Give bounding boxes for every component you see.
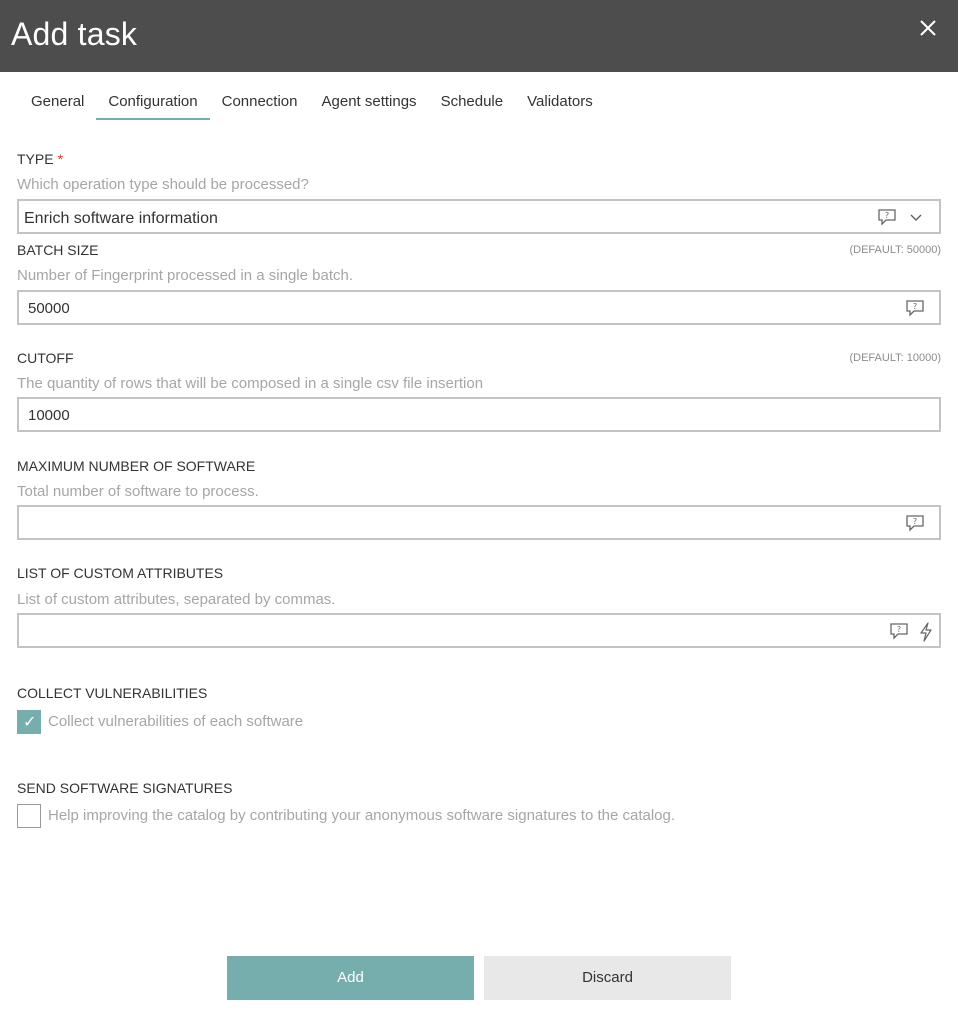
- tab-configuration[interactable]: Configuration: [96, 84, 210, 120]
- help-comment-icon[interactable]: ?: [889, 622, 909, 640]
- lightning-icon[interactable]: [918, 622, 934, 642]
- svg-text:?: ?: [913, 517, 917, 526]
- tab-agent-settings[interactable]: Agent settings: [310, 84, 429, 120]
- tab-schedule[interactable]: Schedule: [429, 84, 516, 120]
- type-label: TYPE *: [17, 151, 63, 167]
- type-select[interactable]: Enrich software information ?: [17, 199, 941, 234]
- add-button[interactable]: Add: [227, 956, 474, 1000]
- type-description: Which operation type should be processed…: [17, 176, 309, 193]
- tab-bar: General Configuration Connection Agent s…: [19, 84, 605, 120]
- help-comment-icon[interactable]: ?: [905, 514, 925, 532]
- send-signatures-text: Help improving the catalog by contributi…: [48, 807, 676, 824]
- custom-attributes-input[interactable]: ?: [17, 613, 941, 648]
- custom-attributes-label: LIST OF CUSTOM ATTRIBUTES: [17, 565, 224, 581]
- required-mark: *: [57, 151, 64, 167]
- dialog-title: Add task: [11, 16, 138, 52]
- custom-attributes-description: List of custom attributes, separated by …: [17, 591, 336, 608]
- max-software-label: MAXIMUM NUMBER OF SOFTWARE: [17, 458, 256, 474]
- collect-vulnerabilities-checkbox[interactable]: ✓: [17, 710, 41, 734]
- max-software-description: Total number of software to process.: [17, 483, 259, 500]
- send-signatures-label: SEND SOFTWARE SIGNATURES: [17, 780, 233, 796]
- batch-size-value: 50000: [28, 300, 70, 317]
- cutoff-description: The quantity of rows that will be compos…: [17, 375, 484, 392]
- help-comment-icon[interactable]: ?: [905, 299, 925, 317]
- tab-connection[interactable]: Connection: [210, 84, 310, 120]
- cutoff-value: 10000: [28, 407, 70, 424]
- cutoff-input[interactable]: 10000: [17, 397, 941, 432]
- svg-text:?: ?: [913, 302, 917, 311]
- collect-vulnerabilities-text: Collect vulnerabilities of each software: [48, 713, 304, 730]
- send-signatures-checkbox[interactable]: [17, 804, 41, 828]
- batch-size-description: Number of Fingerprint processed in a sin…: [17, 267, 354, 284]
- close-icon[interactable]: [914, 14, 942, 42]
- batch-size-input[interactable]: 50000 ?: [17, 290, 941, 325]
- batch-size-default: (DEFAULT: 50000): [849, 244, 941, 256]
- cutoff-label: CUTOFF: [17, 350, 74, 366]
- type-select-value: Enrich software information: [24, 210, 218, 227]
- svg-text:?: ?: [897, 625, 901, 634]
- dialog-header: Add task: [0, 0, 958, 72]
- collect-vulnerabilities-label: COLLECT VULNERABILITIES: [17, 685, 208, 701]
- help-comment-icon[interactable]: ?: [877, 208, 897, 226]
- chevron-down-icon[interactable]: [909, 208, 929, 226]
- tab-general[interactable]: General: [19, 84, 96, 120]
- max-software-input[interactable]: ?: [17, 505, 941, 540]
- discard-button[interactable]: Discard: [484, 956, 731, 1000]
- checkmark-icon: ✓: [23, 712, 37, 731]
- tab-validators[interactable]: Validators: [515, 84, 605, 120]
- type-label-text: TYPE: [17, 151, 54, 167]
- svg-text:?: ?: [885, 211, 889, 220]
- batch-size-label: BATCH SIZE: [17, 242, 99, 258]
- cutoff-default: (DEFAULT: 10000): [849, 352, 941, 364]
